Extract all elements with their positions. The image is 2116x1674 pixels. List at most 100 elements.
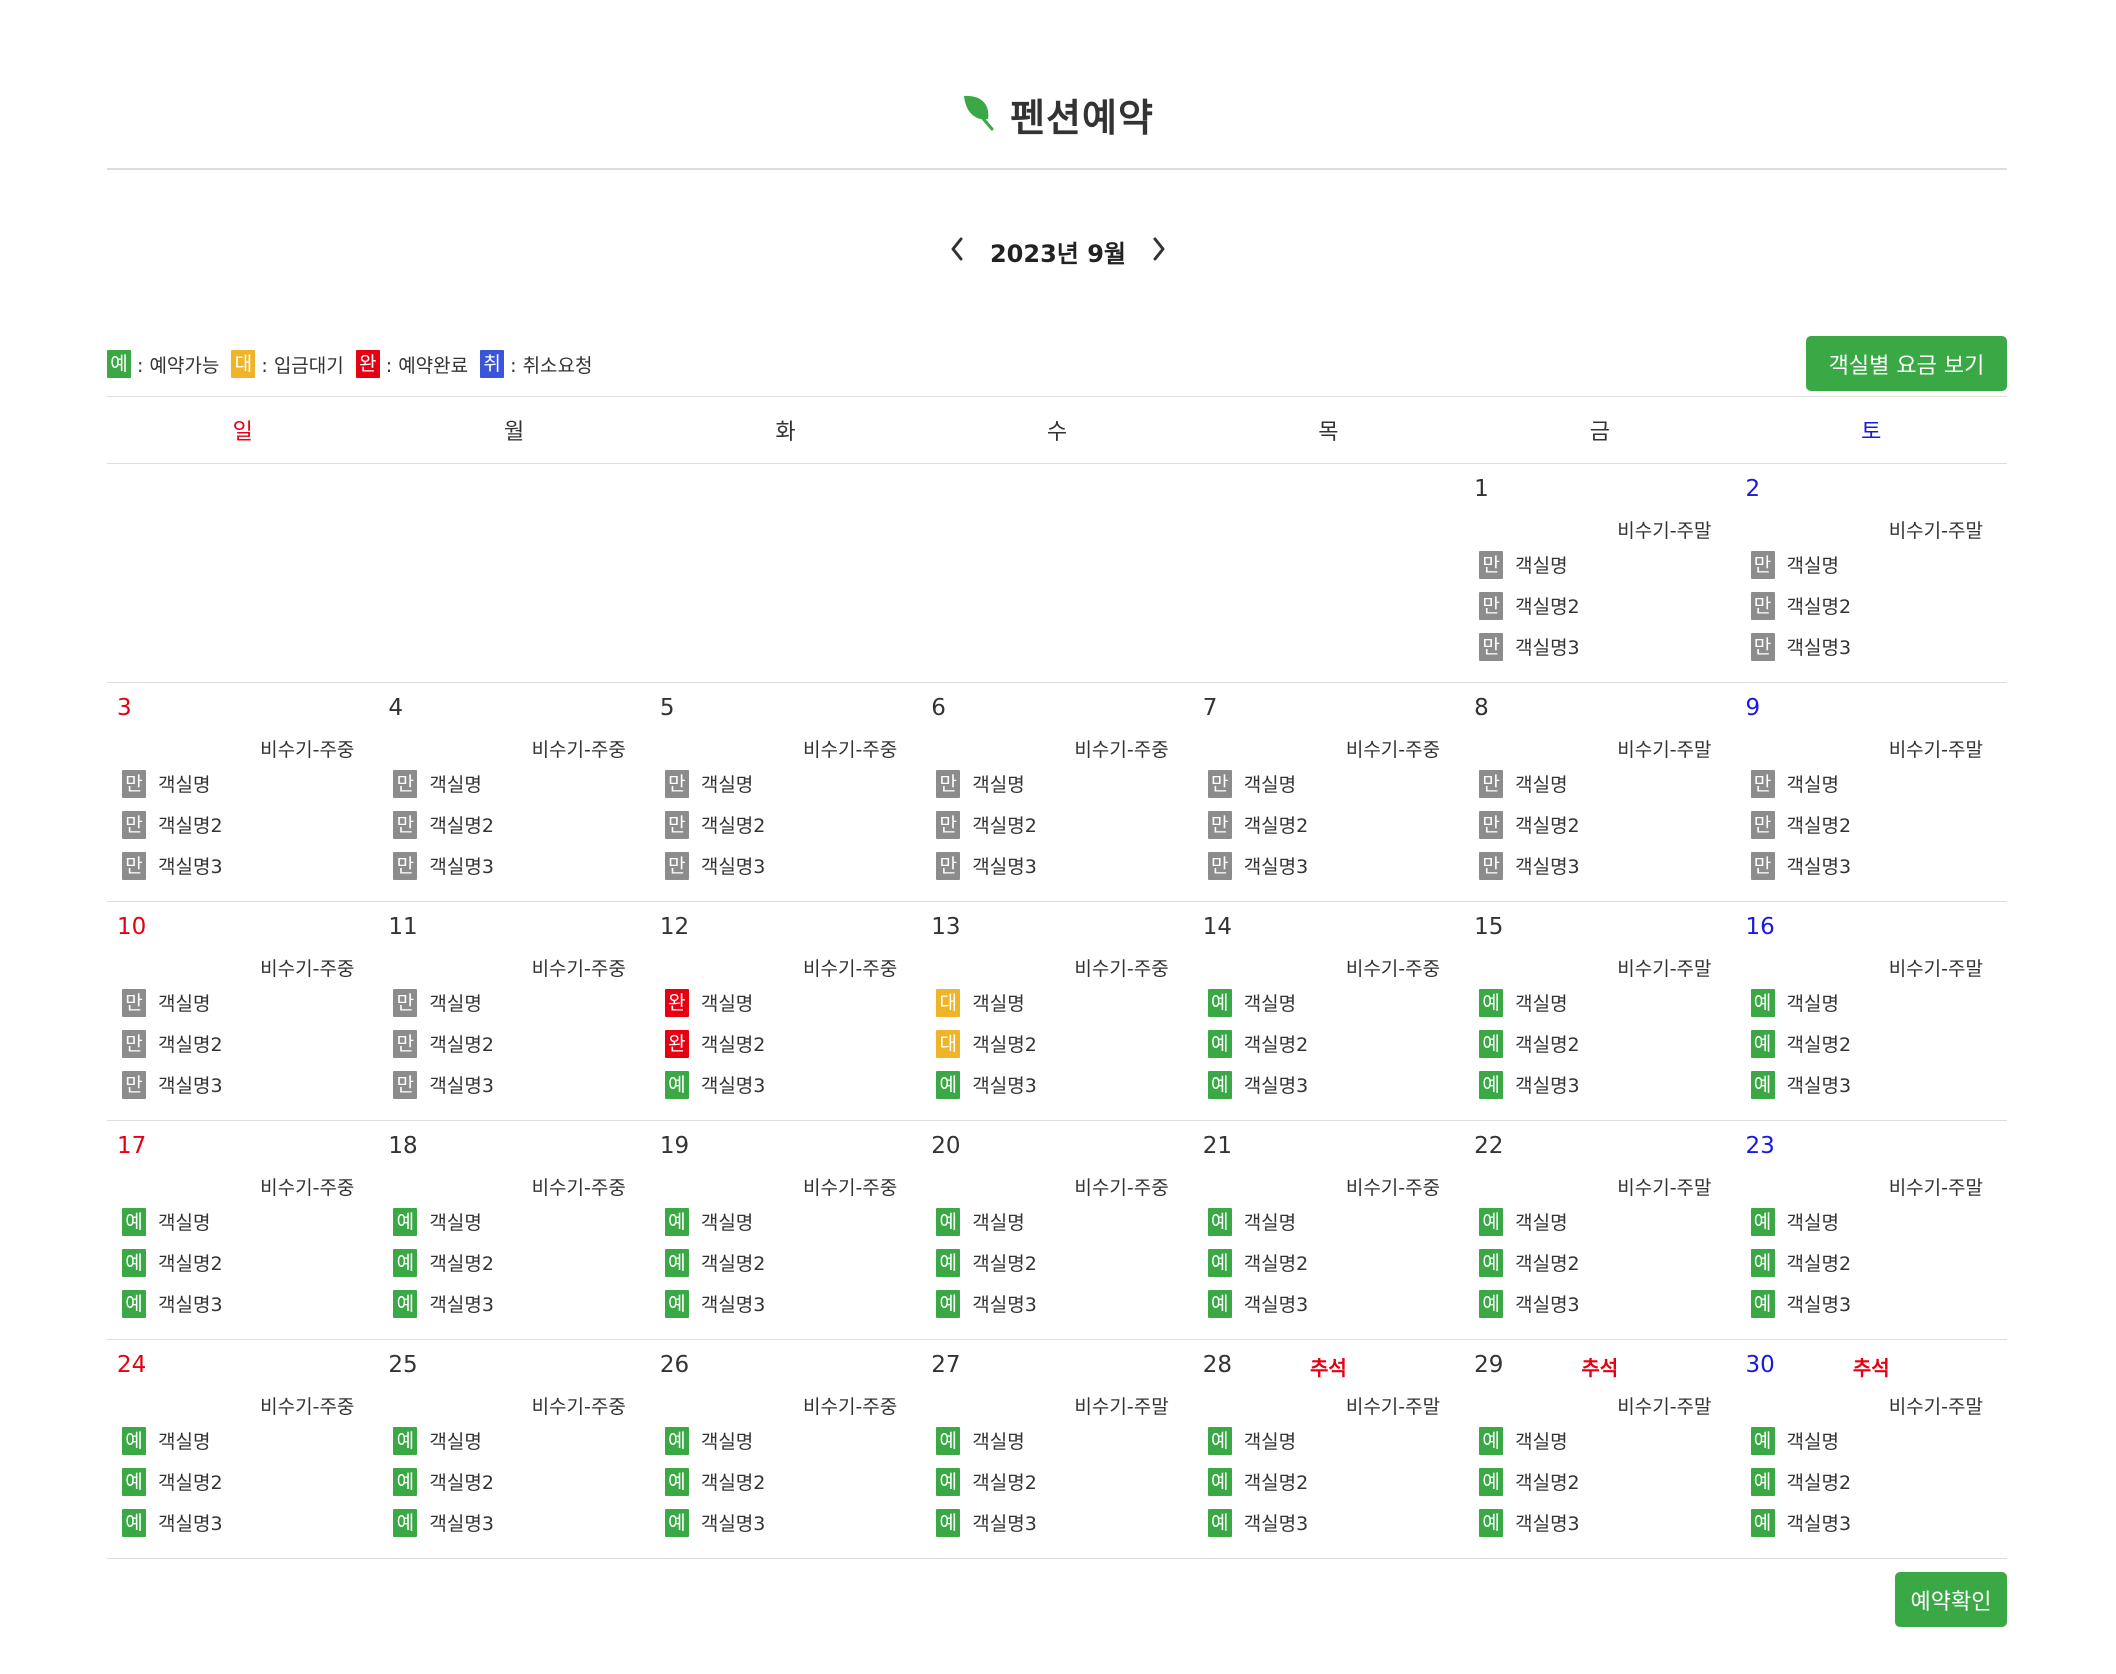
room-item[interactable]: 만 객실명2 [122, 804, 223, 845]
room-item[interactable]: 예 객실명2 [122, 1242, 223, 1283]
room-item[interactable]: 만 객실명3 [936, 845, 1037, 886]
room-item[interactable]: 만 객실명2 [936, 804, 1037, 845]
room-item[interactable]: 예 객실명2 [1750, 1242, 1851, 1283]
next-month-button[interactable] [1148, 237, 1170, 267]
room-item[interactable]: 예 객실명3 [1479, 1064, 1580, 1105]
room-item[interactable]: 예 객실명3 [664, 1064, 765, 1105]
room-item[interactable]: 예 객실명3 [936, 1283, 1037, 1324]
room-item[interactable]: 예 객실명2 [1207, 1242, 1308, 1283]
room-item[interactable]: 예 객실명3 [664, 1283, 765, 1324]
room-item[interactable]: 만 객실명2 [1750, 804, 1851, 845]
room-item[interactable]: 예 객실명2 [664, 1242, 765, 1283]
room-item[interactable]: 대 객실명 [936, 982, 1037, 1023]
room-item[interactable]: 예 객실명3 [936, 1502, 1037, 1543]
logo[interactable]: 펜션예약 [960, 87, 1154, 142]
room-item[interactable]: 만 객실명2 [393, 804, 494, 845]
room-item[interactable]: 예 객실명 [1207, 1420, 1309, 1461]
room-item[interactable]: 만 객실명 [936, 763, 1037, 804]
room-item[interactable]: 예 객실명3 [122, 1502, 223, 1543]
room-item[interactable]: 예 객실명 [393, 1420, 494, 1461]
room-item[interactable]: 예 객실명 [393, 1201, 494, 1242]
room-item[interactable]: 예 객실명 [664, 1201, 766, 1242]
room-item[interactable]: 예 객실명2 [393, 1461, 494, 1502]
weekday-label: 금 [1589, 420, 1610, 445]
room-name: 객실명 [972, 993, 1025, 1015]
room-item[interactable]: 예 객실명3 [1479, 1283, 1580, 1324]
empty-day [650, 464, 921, 682]
room-item[interactable]: 예 객실명3 [122, 1283, 223, 1324]
room-item[interactable]: 예 객실명 [936, 1420, 1037, 1461]
room-item[interactable]: 만 객실명 [664, 763, 766, 804]
room-item[interactable]: 예 객실명 [1479, 1201, 1580, 1242]
room-item[interactable]: 예 객실명 [122, 1201, 223, 1242]
confirm-reservation-button[interactable]: 예약확인 [1895, 1572, 2007, 1627]
room-item[interactable]: 만 객실명2 [1479, 804, 1580, 845]
room-item[interactable]: 만 객실명 [1207, 763, 1309, 804]
room-item[interactable]: 예 객실명 [122, 1420, 223, 1461]
room-item[interactable]: 만 객실명3 [393, 1064, 494, 1105]
room-item[interactable]: 예 객실명2 [1479, 1242, 1580, 1283]
room-item[interactable]: 예 객실명3 [1207, 1064, 1308, 1105]
season-label: 비수기-주말 [1888, 1177, 1983, 1199]
room-item[interactable]: 예 객실명3 [1479, 1502, 1580, 1543]
room-item[interactable]: 만 객실명 [1750, 544, 1852, 585]
room-item[interactable]: 예 객실명3 [664, 1502, 765, 1543]
room-item[interactable]: 만 객실명 [393, 763, 494, 804]
room-item[interactable]: 예 객실명2 [1479, 1461, 1580, 1502]
room-item[interactable]: 만 객실명3 [1207, 845, 1308, 886]
room-item[interactable]: 만 객실명3 [1479, 626, 1580, 667]
room-item[interactable]: 예 객실명2 [1207, 1461, 1308, 1502]
room-item[interactable]: 예 객실명3 [393, 1283, 494, 1324]
room-item[interactable]: 예 객실명 [664, 1420, 766, 1461]
room-item[interactable]: 만 객실명 [1750, 763, 1852, 804]
room-item[interactable]: 예 객실명 [936, 1201, 1037, 1242]
room-item[interactable]: 예 객실명3 [1750, 1502, 1851, 1543]
room-item[interactable]: 예 객실명 [1750, 1420, 1852, 1461]
room-item[interactable]: 만 객실명3 [122, 845, 223, 886]
room-item[interactable]: 만 객실명 [122, 763, 223, 804]
room-item[interactable]: 예 객실명2 [1207, 1023, 1308, 1064]
room-item[interactable]: 만 객실명2 [393, 1023, 494, 1064]
room-item[interactable]: 예 객실명3 [936, 1064, 1037, 1105]
room-item[interactable]: 예 객실명 [1207, 1201, 1309, 1242]
room-item[interactable]: 예 객실명3 [393, 1502, 494, 1543]
room-item[interactable]: 완 객실명 [664, 982, 766, 1023]
room-item[interactable]: 예 객실명2 [1750, 1461, 1851, 1502]
room-item[interactable]: 만 객실명3 [122, 1064, 223, 1105]
room-item[interactable]: 예 객실명 [1479, 1420, 1580, 1461]
room-item[interactable]: 만 객실명2 [122, 1023, 223, 1064]
room-item[interactable]: 만 객실명3 [664, 845, 765, 886]
room-item[interactable]: 만 객실명3 [393, 845, 494, 886]
room-item[interactable]: 예 객실명3 [1750, 1064, 1851, 1105]
room-item[interactable]: 예 객실명 [1750, 1201, 1852, 1242]
room-item[interactable]: 예 객실명2 [393, 1242, 494, 1283]
room-item[interactable]: 만 객실명 [122, 982, 223, 1023]
room-item[interactable]: 만 객실명 [1479, 544, 1580, 585]
room-item[interactable]: 예 객실명 [1207, 982, 1309, 1023]
room-item[interactable]: 만 객실명3 [1479, 845, 1580, 886]
prev-month-button[interactable] [946, 237, 968, 267]
room-item[interactable]: 예 객실명3 [1750, 1283, 1851, 1324]
room-item[interactable]: 만 객실명2 [1207, 804, 1308, 845]
room-item[interactable]: 만 객실명3 [1750, 626, 1851, 667]
room-item[interactable]: 만 객실명2 [664, 804, 765, 845]
legend-item: 취: 취소요청 [480, 350, 593, 378]
room-item[interactable]: 만 객실명 [393, 982, 494, 1023]
room-item[interactable]: 완 객실명2 [664, 1023, 765, 1064]
room-item[interactable]: 만 객실명2 [1750, 585, 1851, 626]
room-item[interactable]: 예 객실명 [1479, 982, 1580, 1023]
room-item[interactable]: 예 객실명2 [664, 1461, 765, 1502]
room-item[interactable]: 예 객실명2 [1479, 1023, 1580, 1064]
room-item[interactable]: 예 객실명2 [1750, 1023, 1851, 1064]
room-item[interactable]: 예 객실명2 [122, 1461, 223, 1502]
room-item[interactable]: 예 객실명2 [936, 1242, 1037, 1283]
room-item[interactable]: 예 객실명 [1750, 982, 1852, 1023]
room-item[interactable]: 예 객실명3 [1207, 1502, 1308, 1543]
room-rates-button[interactable]: 객실별 요금 보기 [1806, 336, 2007, 391]
room-item[interactable]: 예 객실명3 [1207, 1283, 1308, 1324]
room-item[interactable]: 대 객실명2 [936, 1023, 1037, 1064]
room-item[interactable]: 만 객실명3 [1750, 845, 1851, 886]
room-item[interactable]: 만 객실명 [1479, 763, 1580, 804]
room-item[interactable]: 예 객실명2 [936, 1461, 1037, 1502]
room-item[interactable]: 만 객실명2 [1479, 585, 1580, 626]
